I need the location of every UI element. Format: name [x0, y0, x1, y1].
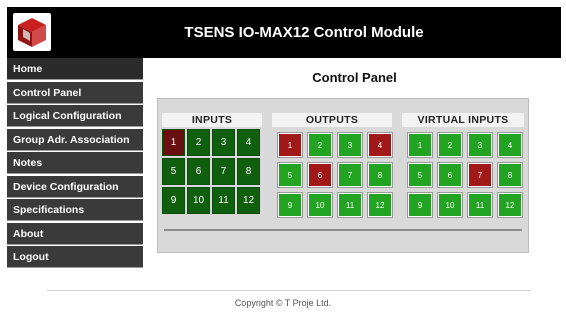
- input-button-4[interactable]: 4: [237, 129, 260, 156]
- output-button-10[interactable]: 10: [308, 193, 332, 217]
- output-button-12[interactable]: 12: [368, 193, 392, 217]
- outputs-grid: 1 2 3 4 5 6 7 8 9 10 11 12: [278, 133, 392, 217]
- nav-notes[interactable]: Notes: [7, 152, 143, 174]
- input-button-8[interactable]: 8: [237, 158, 260, 185]
- virtual-input-button-12[interactable]: 12: [498, 193, 522, 217]
- sidebar-nav: Home Control Panel Logical Configuration…: [7, 58, 143, 270]
- nav-specifications[interactable]: Specifications: [7, 199, 143, 221]
- virtual-input-button-10[interactable]: 10: [438, 193, 462, 217]
- input-button-2[interactable]: 2: [187, 129, 210, 156]
- page-header-title: TSENS IO-MAX12 Control Module: [184, 24, 424, 41]
- panel-divider: [164, 229, 522, 231]
- virtual-inputs-grid: 1 2 3 4 5 6 7 8 9 10 11 12: [408, 133, 524, 217]
- output-button-2[interactable]: 2: [308, 133, 332, 157]
- inputs-group: INPUTS 1 2 3 4 5 6 7 8 9 10 11 12: [162, 113, 262, 214]
- outputs-group: OUTPUTS 1 2 3 4 5 6 7 8 9 10 11 12: [272, 113, 392, 217]
- input-button-10[interactable]: 10: [187, 187, 210, 214]
- input-button-12[interactable]: 12: [237, 187, 260, 214]
- output-button-5[interactable]: 5: [278, 163, 302, 187]
- nav-group-adr-association[interactable]: Group Adr. Association: [7, 128, 143, 151]
- virtual-input-button-8[interactable]: 8: [498, 163, 522, 187]
- nav-logout[interactable]: Logout: [7, 246, 143, 268]
- virtual-input-button-9[interactable]: 9: [408, 193, 432, 217]
- output-button-9[interactable]: 9: [278, 193, 302, 217]
- virtual-input-button-5[interactable]: 5: [408, 163, 432, 187]
- nav-device-configuration[interactable]: Device Configuration: [7, 175, 143, 198]
- virtual-inputs-group: VIRTUAL INPUTS 1 2 3 4 5 6 7 8 9 10 11 12: [402, 113, 524, 217]
- input-button-3[interactable]: 3: [212, 129, 235, 156]
- footer-divider: [47, 290, 531, 291]
- input-button-1[interactable]: 1: [162, 129, 185, 156]
- output-button-11[interactable]: 11: [338, 193, 362, 217]
- nav-about[interactable]: About: [7, 222, 143, 245]
- output-button-3[interactable]: 3: [338, 133, 362, 157]
- virtual-input-button-3[interactable]: 3: [468, 133, 492, 157]
- inputs-grid: 1 2 3 4 5 6 7 8 9 10 11 12: [162, 129, 262, 214]
- header-bar: TSENS IO-MAX12 Control Module: [7, 7, 561, 58]
- input-button-9[interactable]: 9: [162, 187, 185, 214]
- input-button-6[interactable]: 6: [187, 158, 210, 185]
- virtual-inputs-header: VIRTUAL INPUTS: [402, 113, 524, 127]
- virtual-input-button-7[interactable]: 7: [468, 163, 492, 187]
- virtual-input-button-11[interactable]: 11: [468, 193, 492, 217]
- control-panel: INPUTS 1 2 3 4 5 6 7 8 9 10 11 12 OUTPUTS 123456789…: [157, 98, 529, 253]
- virtual-input-button-6[interactable]: 6: [438, 163, 462, 187]
- nav-home[interactable]: Home: [7, 58, 143, 80]
- input-button-11[interactable]: 11: [212, 187, 235, 214]
- inputs-header: INPUTS: [162, 113, 262, 127]
- output-button-7[interactable]: 7: [338, 163, 362, 187]
- output-button-8[interactable]: 8: [368, 163, 392, 187]
- input-button-5[interactable]: 5: [162, 158, 185, 185]
- page-title: Control Panel: [312, 70, 397, 85]
- output-button-6[interactable]: 6: [308, 163, 332, 187]
- output-button-1[interactable]: 1: [278, 133, 302, 157]
- output-button-4[interactable]: 4: [368, 133, 392, 157]
- nav-control-panel[interactable]: Control Panel: [7, 81, 143, 104]
- footer-copyright: Copyright © T Proje Ltd.: [234, 298, 332, 308]
- virtual-input-button-2[interactable]: 2: [438, 133, 462, 157]
- virtual-input-button-4[interactable]: 4: [498, 133, 522, 157]
- nav-logical-configuration[interactable]: Logical Configuration: [7, 105, 143, 127]
- virtual-input-button-1[interactable]: 1: [408, 133, 432, 157]
- input-button-7[interactable]: 7: [212, 158, 235, 185]
- outputs-header: OUTPUTS: [272, 113, 392, 127]
